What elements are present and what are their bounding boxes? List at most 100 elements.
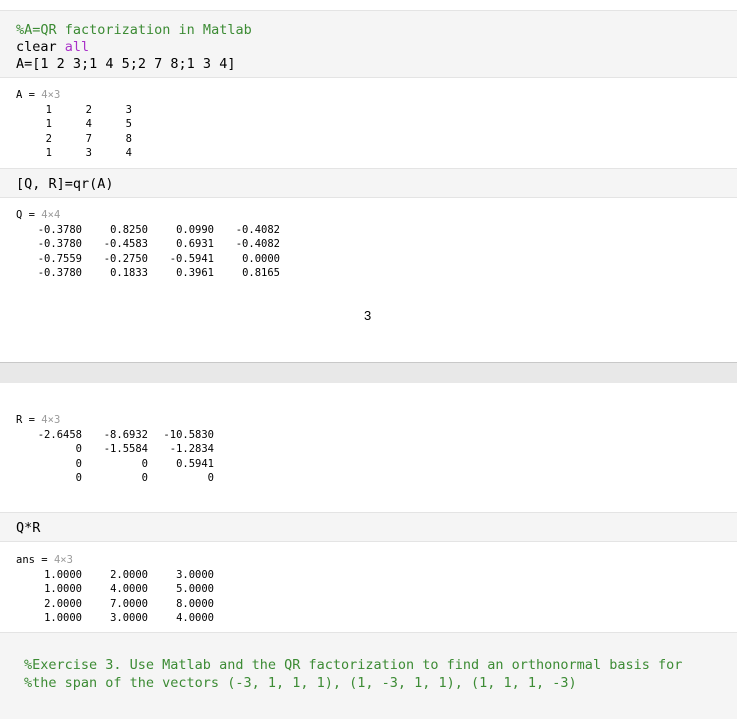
- var-name: R =: [16, 414, 35, 426]
- matrix-cell: 3: [85, 147, 92, 160]
- matrix-row: 0 0 0: [16, 471, 214, 485]
- matrix-cell: -0.7559: [37, 252, 82, 265]
- matrix-row: 1 3 4: [16, 146, 132, 160]
- matrix-cell: 1.0000: [44, 612, 82, 625]
- matrix-row: -0.3780 -0.4583 0.6931 -0.4082: [16, 237, 280, 251]
- matrix-cell: -0.5941: [169, 252, 214, 265]
- matrix-row: 0 -1.5584 -1.2834: [16, 442, 214, 456]
- matrix-cell: -0.3780: [37, 238, 82, 251]
- matrix-r: -2.6458 -8.6932 -10.5830 0 -1.5584 -1.2834 0 0 0…: [16, 428, 214, 486]
- matrix-row: -0.3780 0.1833 0.3961 0.8165: [16, 266, 280, 280]
- matrix-a: 123145278134: [16, 103, 132, 161]
- matrix-row: -0.3780 0.8250 0.0990 -0.4082: [16, 223, 280, 237]
- matrix-cell: 1.0000: [44, 583, 82, 596]
- output-q: Q = 4×4 -0.3780 0.8250 0.0990 -0.4082 -0.378…: [0, 208, 737, 281]
- output-ans: ans = 4×3 1.0000 2.0000 3.0000 1.0000 4.0000…: [0, 553, 737, 626]
- page-break: [0, 362, 737, 383]
- dims-label: 4×3: [41, 414, 61, 426]
- dims-label: 4×4: [41, 209, 61, 221]
- page-number: 3: [364, 308, 372, 323]
- matrix-cell: 0: [75, 472, 82, 485]
- dims-label: 4×3: [53, 554, 73, 566]
- matrix-cell: -1.5584: [103, 443, 148, 456]
- output-header: Q = 4×4: [16, 208, 737, 223]
- matrix-row: 2 7 8: [16, 132, 132, 146]
- matrix-cell: 4: [125, 147, 132, 160]
- matrix-row: 1.0000 3.0000 4.0000: [16, 611, 214, 625]
- matrix-row: -2.6458 -8.6932 -10.5830: [16, 428, 214, 442]
- matrix-cell: 0: [141, 457, 148, 470]
- matrix-cell: 4.0000: [176, 612, 214, 625]
- code-line: [Q, R]=qr(A): [16, 176, 114, 192]
- code-cell-qr[interactable]: [Q, R]=qr(A): [0, 168, 737, 198]
- matrix-cell: -0.4082: [235, 224, 280, 236]
- output-header: ans = 4×3: [16, 553, 737, 568]
- matrix-cell: 0.0990: [176, 224, 214, 236]
- code-token: clear: [16, 39, 57, 55]
- output-header: A = 4×3: [16, 88, 737, 103]
- matrix-cell: 0.6931: [176, 238, 214, 251]
- matrix-cell: -1.2834: [169, 443, 214, 456]
- output-header: R = 4×3: [16, 413, 737, 428]
- matrix-cell: 2: [45, 132, 52, 145]
- matrix-cell: 1: [45, 147, 52, 160]
- code-line: clear all: [16, 39, 737, 56]
- matrix-cell: 8.0000: [176, 597, 214, 610]
- dims-label: 4×3: [41, 89, 61, 101]
- matrix-cell: 0.5941: [176, 457, 214, 470]
- code-line: Q*R: [16, 520, 41, 536]
- matrix-cell: -0.3780: [37, 267, 82, 280]
- matrix-cell: 7: [85, 132, 92, 145]
- matrix-cell: -0.2750: [103, 252, 148, 265]
- matrix-cell: 3: [125, 104, 132, 116]
- var-name: ans =: [16, 554, 48, 566]
- output-r: R = 4×3 -2.6458 -8.6932 -10.5830 0 -1.5584 -1…: [0, 413, 737, 486]
- keyword-token: all: [64, 39, 90, 55]
- matrix-cell: 0.8250: [110, 224, 148, 236]
- code-cell-qtimesr[interactable]: Q*R: [0, 512, 737, 542]
- matrix-cell: 5: [125, 118, 132, 131]
- code-line: A=[1 2 3;1 4 5;2 7 8;1 3 4]: [16, 56, 236, 72]
- matrix-cell: -0.3780: [37, 224, 82, 236]
- matrix-cell: -10.5830: [163, 429, 214, 441]
- code-cell-init[interactable]: %A=QR factorization in Matlab clear all …: [0, 10, 737, 78]
- matrix-row: 1 2 3: [16, 103, 132, 117]
- matrix-cell: -0.4583: [103, 238, 148, 251]
- matrix-cell: 2.0000: [44, 597, 82, 610]
- matrix-cell: 2: [85, 104, 92, 116]
- matrix-cell: 4.0000: [110, 583, 148, 596]
- matrix-cell: 5.0000: [176, 583, 214, 596]
- matrix-cell: 0.8165: [242, 267, 280, 280]
- matrix-cell: 0: [141, 472, 148, 485]
- matrix-cell: -2.6458: [37, 429, 82, 441]
- var-name: Q =: [16, 209, 35, 221]
- matrix-cell: 2.0000: [110, 569, 148, 581]
- output-a: A = 4×3 123145278134: [0, 88, 737, 161]
- comment-line: %the span of the vectors (-3, 1, 1, 1), …: [24, 674, 577, 691]
- code-cell-exercise[interactable]: %Exercise 3. Use Matlab and the QR facto…: [0, 632, 737, 719]
- matrix-cell: 7.0000: [110, 597, 148, 610]
- matrix-cell: 0: [75, 443, 82, 456]
- matrix-cell: 4: [85, 118, 92, 131]
- matrix-row: 1 4 5: [16, 117, 132, 131]
- matrix-row: 1.0000 2.0000 3.0000: [16, 568, 214, 582]
- matrix-row: -0.7559 -0.2750 -0.5941 0.0000: [16, 252, 280, 266]
- matrix-cell: 3.0000: [176, 569, 214, 581]
- matrix-cell: 3.0000: [110, 612, 148, 625]
- matrix-row: 0 0 0.5941: [16, 457, 214, 471]
- matrix-cell: 0.1833: [110, 267, 148, 280]
- matrix-cell: -0.4082: [235, 238, 280, 251]
- comment-line: %Exercise 3. Use Matlab and the QR facto…: [24, 657, 683, 673]
- matrix-cell: 0.3961: [176, 267, 214, 280]
- matrix-cell: 0.0000: [242, 252, 280, 265]
- matrix-row: 2.0000 7.0000 8.0000: [16, 597, 214, 611]
- var-name: A =: [16, 89, 35, 101]
- matrix-cell: 0: [75, 457, 82, 470]
- matrix-cell: 1.0000: [44, 569, 82, 581]
- matrix-cell: -8.6932: [103, 429, 148, 441]
- matrix-q: -0.3780 0.8250 0.0990 -0.4082 -0.3780 -0.4583…: [16, 223, 280, 281]
- matrix-ans: 1.0000 2.0000 3.0000 1.0000 4.0000 5.0000 2.00…: [16, 568, 214, 626]
- comment-line: %A=QR factorization in Matlab: [16, 22, 252, 38]
- matrix-cell: 8: [125, 132, 132, 145]
- matrix-cell: 1: [45, 104, 52, 116]
